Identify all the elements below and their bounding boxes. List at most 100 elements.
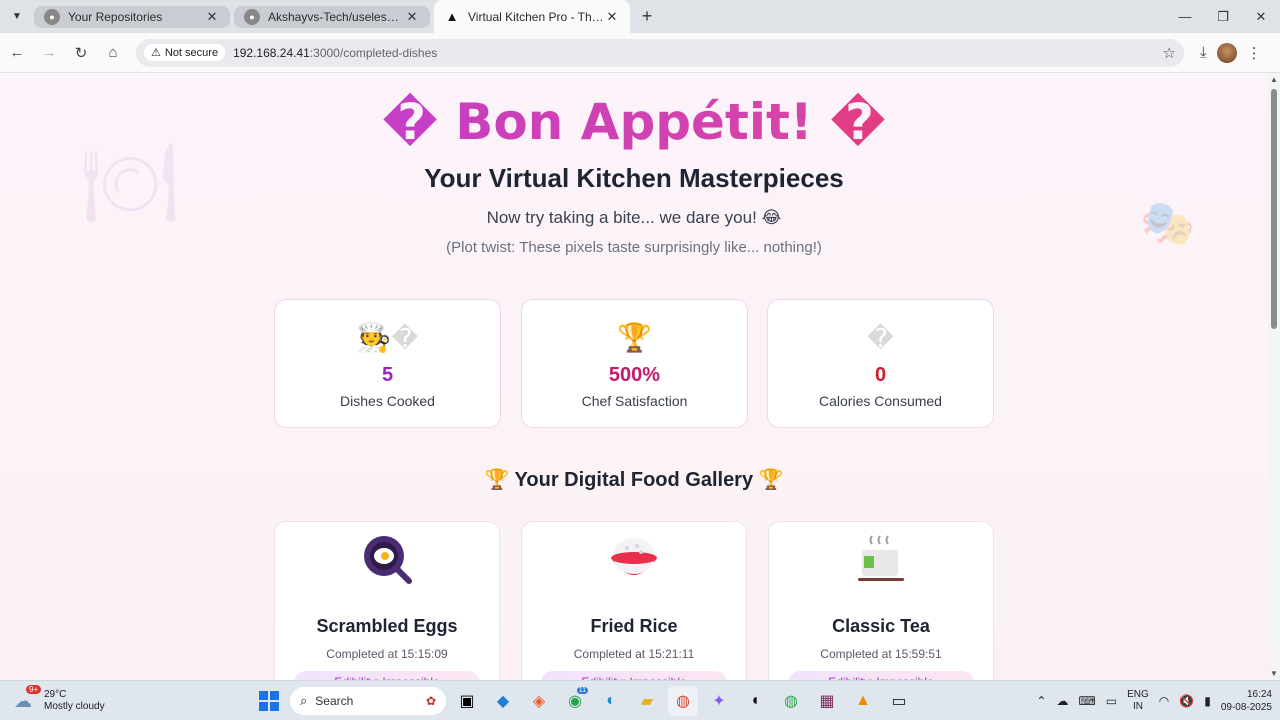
battery-icon[interactable]: ▮ bbox=[1204, 694, 1211, 708]
hero-emoji-left: � bbox=[382, 93, 438, 151]
vscode-icon[interactable]: ◆ bbox=[488, 686, 518, 716]
scroll-up-icon[interactable]: ▲ bbox=[1270, 75, 1278, 84]
plot-twist-note: (Plot twist: These pixels taste surprisi… bbox=[446, 239, 822, 256]
tab-search-menu-icon[interactable]: ▼ bbox=[0, 0, 34, 33]
gallery-heading: 🏆 Your Digital Food Gallery 🏆 bbox=[0, 467, 1268, 492]
page-tagline: Now try taking a bite... we dare you! 😂 bbox=[486, 208, 782, 227]
new-tab-button[interactable]: + bbox=[634, 4, 660, 30]
edge-icon[interactable]: ◐ bbox=[596, 686, 626, 716]
close-icon[interactable]: ✕ bbox=[404, 9, 420, 25]
brave-icon[interactable]: ◈ bbox=[524, 686, 554, 716]
weather-temperature: 29°C bbox=[44, 688, 67, 700]
wifi-icon[interactable]: ◠ bbox=[1159, 694, 1169, 708]
url-text[interactable]: 192.168.24.41:3000/completed-dishes bbox=[233, 46, 1162, 60]
restore-icon[interactable]: ❐ bbox=[1204, 0, 1242, 33]
trophy-icon: 🏆 bbox=[522, 320, 747, 356]
stat-label: Dishes Cooked bbox=[340, 393, 435, 409]
dish-card-scrambled-eggs[interactable]: Scrambled Eggs Completed at 15:15:09 Edi… bbox=[274, 521, 500, 680]
minimize-icon[interactable]: — bbox=[1166, 0, 1204, 33]
app-icon[interactable]: ◖ bbox=[740, 686, 770, 716]
tab-title: Akshayvs-Tech/useless-project- bbox=[268, 9, 404, 24]
window-controls: — ❐ ✕ bbox=[1166, 0, 1280, 33]
search-icon: ⌕ bbox=[300, 693, 308, 708]
clock-date: 09-08-2025 bbox=[1220, 702, 1272, 713]
chevron-up-icon[interactable]: ⌃ bbox=[1036, 694, 1046, 708]
windows-start-icon[interactable] bbox=[254, 686, 284, 716]
page-title: � Bon Appétit! � bbox=[0, 93, 1268, 151]
hero-title-text: Bon Appétit! bbox=[455, 93, 813, 151]
scrollbar-thumb[interactable] bbox=[1271, 89, 1277, 329]
whatsapp-icon[interactable]: ◉ 11 bbox=[560, 686, 590, 716]
weather-widget[interactable]: ☁ 9+ 29°C Mostly cloudy bbox=[14, 684, 174, 713]
page-subtitle: Your Virtual Kitchen Masterpieces bbox=[424, 163, 844, 193]
scroll-down-icon[interactable]: ▼ bbox=[1270, 669, 1278, 678]
page-scrollbar[interactable]: ▲ ▼ bbox=[1268, 73, 1280, 680]
weather-text: 29°C Mostly cloudy bbox=[44, 689, 105, 713]
chrome-icon[interactable]: ◍ bbox=[668, 686, 698, 716]
tab-title: Virtual Kitchen Pro - The Most U bbox=[468, 9, 604, 24]
bookmark-star-icon[interactable]: ☆ bbox=[1163, 44, 1176, 62]
tab-your-repositories[interactable]: ● Your Repositories ✕ bbox=[34, 5, 230, 28]
taskbar-search[interactable]: ⌕ Search ✿ bbox=[290, 687, 446, 715]
page-content: 🍽 🎭 � Bon Appétit! � Your Virtual Kitche… bbox=[0, 73, 1268, 680]
dish-name: Fried Rice bbox=[590, 616, 678, 636]
reload-icon[interactable]: ↻ bbox=[66, 38, 96, 68]
unknown-glyph-icon: � bbox=[768, 320, 993, 356]
close-icon[interactable]: ✕ bbox=[604, 9, 620, 25]
stat-icon: 🏆 bbox=[617, 322, 652, 353]
keyboard-icon[interactable]: ⌨ bbox=[1078, 694, 1095, 708]
language-line: ENG bbox=[1127, 689, 1149, 700]
dish-name: Scrambled Eggs bbox=[316, 616, 458, 636]
close-window-icon[interactable]: ✕ bbox=[1242, 0, 1280, 33]
download-icon[interactable]: ⤓ bbox=[1200, 44, 1207, 61]
onedrive-icon[interactable]: ☁ bbox=[1056, 694, 1068, 708]
tab-virtual-kitchen[interactable]: ▲ Virtual Kitchen Pro - The Most U ✕ bbox=[434, 0, 630, 33]
address-bar[interactable]: ⚠ Not secure 192.168.24.41:3000/complete… bbox=[136, 38, 1184, 67]
stat-label: Chef Satisfaction bbox=[581, 393, 688, 409]
dish-completed-time: Completed at 15:59:51 bbox=[820, 647, 942, 661]
stat-icon: 🧑‍🍳 bbox=[356, 322, 392, 353]
stat-label: Calories Consumed bbox=[819, 393, 942, 409]
region-line: IN bbox=[1132, 701, 1143, 712]
clock[interactable]: 16:24 09-08-2025 bbox=[1221, 688, 1272, 714]
weather-condition: Mostly cloudy bbox=[44, 700, 105, 712]
browser-tab-bar: ▼ ● Your Repositories ✕ ● Akshayvs-Tech/… bbox=[0, 0, 1280, 33]
url-path: :3000/completed-dishes bbox=[309, 45, 438, 60]
stat-card-chef-satisfaction: 🏆 500% Chef Satisfaction bbox=[521, 299, 748, 428]
weather-badge: 9+ bbox=[26, 684, 42, 694]
home-icon[interactable]: ⌂ bbox=[98, 38, 128, 68]
file-explorer-icon[interactable]: ▰ bbox=[632, 686, 662, 716]
volume-icon[interactable]: 🔇 bbox=[1179, 694, 1194, 708]
snipping-tool-icon[interactable]: ▦ bbox=[812, 686, 842, 716]
edibility-badge: Edibility: Impossible bbox=[541, 671, 727, 680]
back-icon[interactable]: ← bbox=[2, 38, 32, 68]
forward-icon[interactable]: → bbox=[34, 38, 64, 68]
dish-card-fried-rice[interactable]: Fried Rice Completed at 15:21:11 Edibili… bbox=[521, 521, 747, 680]
github-icon: ● bbox=[244, 8, 260, 25]
copilot-icon[interactable]: ✦ bbox=[704, 686, 734, 716]
dish-card-classic-tea[interactable]: Classic Tea Completed at 15:59:51 Edibil… bbox=[768, 521, 994, 680]
security-chip[interactable]: ⚠ Not secure bbox=[144, 44, 226, 61]
trophy-icon: 🏆 bbox=[484, 469, 510, 491]
profile-avatar[interactable] bbox=[1216, 42, 1237, 63]
close-icon[interactable]: ✕ bbox=[204, 9, 220, 25]
unknown-glyph-icon: � bbox=[391, 323, 419, 353]
frying-pan-egg-icon bbox=[360, 532, 414, 586]
display-icon[interactable]: ▭ bbox=[1106, 694, 1117, 708]
clock-time: 16:24 bbox=[1246, 689, 1272, 700]
language-indicator[interactable]: ENG IN bbox=[1127, 689, 1149, 713]
chef-icon: 🧑‍🍳� bbox=[275, 320, 500, 356]
terminal-icon[interactable]: ▭ bbox=[884, 686, 914, 716]
dish-completed-time: Completed at 15:15:09 bbox=[326, 647, 448, 661]
task-view-icon[interactable]: ▣ bbox=[452, 686, 482, 716]
chrome-profile-icon[interactable]: ◍ bbox=[776, 686, 806, 716]
kebab-menu-icon[interactable]: ⋮ bbox=[1247, 44, 1262, 62]
whatsapp-badge: 11 bbox=[576, 687, 588, 694]
tab-title: Your Repositories bbox=[68, 9, 163, 24]
search-highlight-icon: ✿ bbox=[425, 694, 436, 708]
nextjs-icon: ▲ bbox=[445, 9, 459, 24]
stat-icon: � bbox=[867, 323, 894, 353]
edibility-badge: Edibility: Impossible bbox=[788, 671, 974, 680]
vlc-icon[interactable]: ▲ bbox=[848, 686, 878, 716]
tab-useless-project[interactable]: ● Akshayvs-Tech/useless-project- ✕ bbox=[234, 5, 430, 28]
